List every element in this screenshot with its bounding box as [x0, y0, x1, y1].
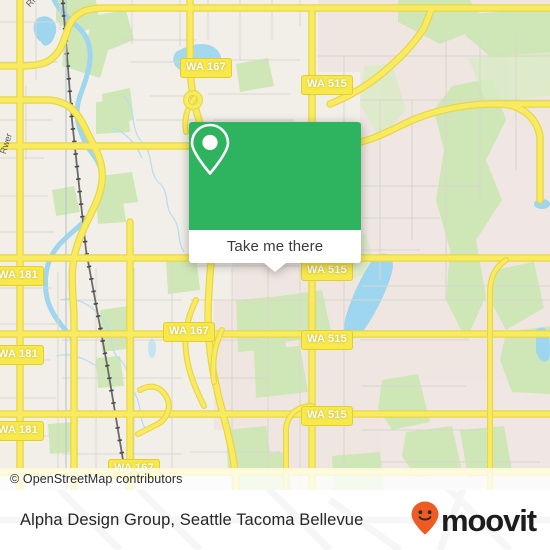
popup-footer[interactable]: Take me there	[189, 230, 361, 272]
road-shield-wa515[interactable]: WA 515	[301, 330, 353, 350]
osm-attribution-text[interactable]: © OpenStreetMap contributors	[0, 472, 183, 486]
road-shield-wa167[interactable]: WA 167	[180, 58, 232, 78]
road-shield-wa181[interactable]: WA 181	[0, 345, 44, 365]
map-attribution-bar: © OpenStreetMap contributors	[0, 468, 550, 490]
moovit-map-screenshot: River Rwer WA 167 WA 515 WA 181 WA 515 W…	[0, 0, 550, 550]
map-canvas[interactable]: River Rwer WA 167 WA 515 WA 181 WA 515 W…	[0, 0, 550, 490]
road-shield-wa181[interactable]: WA 181	[0, 421, 44, 441]
popup-header	[189, 122, 361, 230]
bottom-info-bar: Alpha Design Group, Seattle Tacoma Belle…	[0, 490, 550, 550]
road-shield-wa515[interactable]: WA 515	[301, 261, 353, 281]
road-shield-wa167[interactable]: WA 167	[163, 322, 215, 342]
page-title: Alpha Design Group, Seattle Tacoma Belle…	[20, 490, 363, 550]
bottom-title-text: Alpha Design Group, Seattle Tacoma Belle…	[20, 510, 364, 529]
road-shield-wa181[interactable]: WA 181	[0, 266, 44, 286]
road-shield-wa515[interactable]: WA 515	[301, 406, 353, 426]
popup-tail-icon	[264, 263, 286, 272]
moovit-smiley-pin-icon	[410, 500, 440, 541]
moovit-wordmark: moovit	[440, 502, 537, 538]
moovit-logo[interactable]: moovit	[410, 490, 537, 550]
take-me-there-label: Take me there	[226, 238, 324, 255]
location-popup-card[interactable]: Take me there	[189, 122, 361, 272]
road-shield-wa515[interactable]: WA 515	[301, 75, 353, 95]
